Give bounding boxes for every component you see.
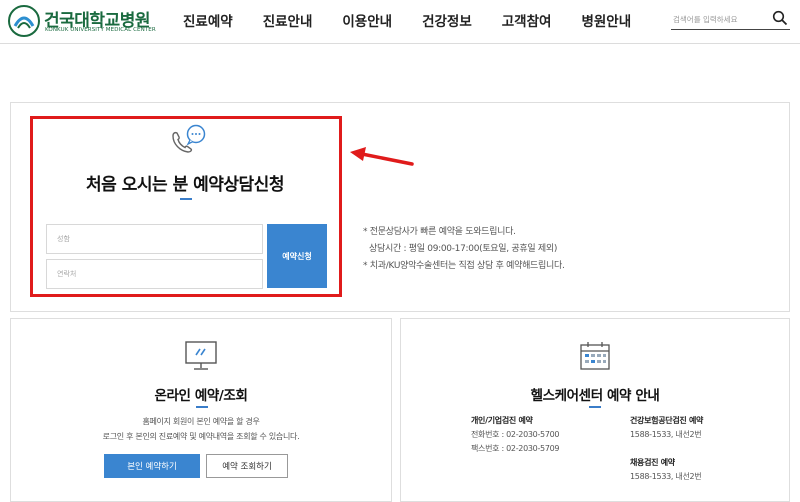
checkup-phone: 전화번호 : 02-2030-5700 xyxy=(471,430,560,439)
online-divider xyxy=(196,406,208,408)
hospital-logo[interactable]: 건국대학교병원 KONKUK UNIVERSITY MEDICAL CENTER xyxy=(6,4,166,38)
nav-item-reservation[interactable]: 진료예약 xyxy=(168,0,248,44)
calendar-icon xyxy=(580,342,610,370)
desc-line: 홈페이지 회원이 본인 예약을 할 경우 xyxy=(142,417,260,426)
highlight-box xyxy=(30,116,342,297)
search-icon[interactable] xyxy=(772,10,788,26)
note-line: * 전문상담사가 빠른 예약을 도와드립니다. xyxy=(363,227,516,237)
page-spacer xyxy=(0,44,800,94)
desc-line: 로그인 후 본인의 진료예약 및 예약내역을 조회할 수 있습니다. xyxy=(102,432,300,441)
checkup-insurance-info: 건강보험공단검진 예약 1588-1533, 내선2번 채용검진 예약 1588… xyxy=(630,414,703,484)
red-arrow-icon xyxy=(350,147,414,166)
logo-emblem-icon xyxy=(8,5,40,37)
nav-item-customer[interactable]: 고객참여 xyxy=(487,0,567,44)
employment-checkup-heading: 채용검진 예약 xyxy=(630,458,675,467)
nav-item-treatment-info[interactable]: 진료안내 xyxy=(248,0,328,44)
nav-item-hospital-info[interactable]: 병원안내 xyxy=(566,0,646,44)
self-reserve-button[interactable]: 본인 예약하기 xyxy=(104,454,200,478)
search-input[interactable] xyxy=(673,10,765,28)
search-box xyxy=(671,8,790,30)
nav-item-health-info[interactable]: 건강정보 xyxy=(407,0,487,44)
employment-checkup-phone: 1588-1533, 내선2번 xyxy=(630,472,702,481)
reservation-lookup-button[interactable]: 예약 조회하기 xyxy=(206,454,288,478)
checkup-fax: 팩스번호 : 02-2030-5709 xyxy=(471,444,560,453)
note-line: 상담시간 : 평일 09:00-17:00(토요일, 공휴일 제외) xyxy=(369,244,558,254)
insurance-checkup-phone: 1588-1533, 내선2번 xyxy=(630,430,702,439)
insurance-checkup-heading: 건강보험공단검진 예약 xyxy=(630,416,704,425)
consult-notes: * 전문상담사가 빠른 예약을 도와드립니다. 상담시간 : 평일 09:00-… xyxy=(363,224,693,275)
checkup-personal-heading: 개인/기업검진 예약 xyxy=(471,416,533,425)
main-nav: 진료예약 진료안내 이용안내 건강정보 고객참여 병원안내 xyxy=(168,0,646,44)
logo-english-text: KONKUK UNIVERSITY MEDICAL CENTER xyxy=(45,27,156,33)
nav-item-usage-info[interactable]: 이용안내 xyxy=(327,0,407,44)
online-title: 온라인 예약/조회 xyxy=(154,388,248,404)
online-description: 홈페이지 회원이 본인 예약을 할 경우 로그인 후 본인의 진료예약 및 예약… xyxy=(10,414,392,444)
site-header: 건국대학교병원 KONKUK UNIVERSITY MEDICAL CENTER… xyxy=(0,0,800,44)
healthcare-title: 헬스케어센터 예약 안내 xyxy=(530,388,660,404)
note-line: * 치과/KU양악수술센터는 직접 상담 후 예약해드립니다. xyxy=(363,261,565,271)
checkup-personal-info: 개인/기업검진 예약 전화번호 : 02-2030-5700 팩스번호 : 02… xyxy=(471,414,560,456)
monitor-icon xyxy=(185,341,217,370)
healthcare-divider xyxy=(589,406,601,408)
